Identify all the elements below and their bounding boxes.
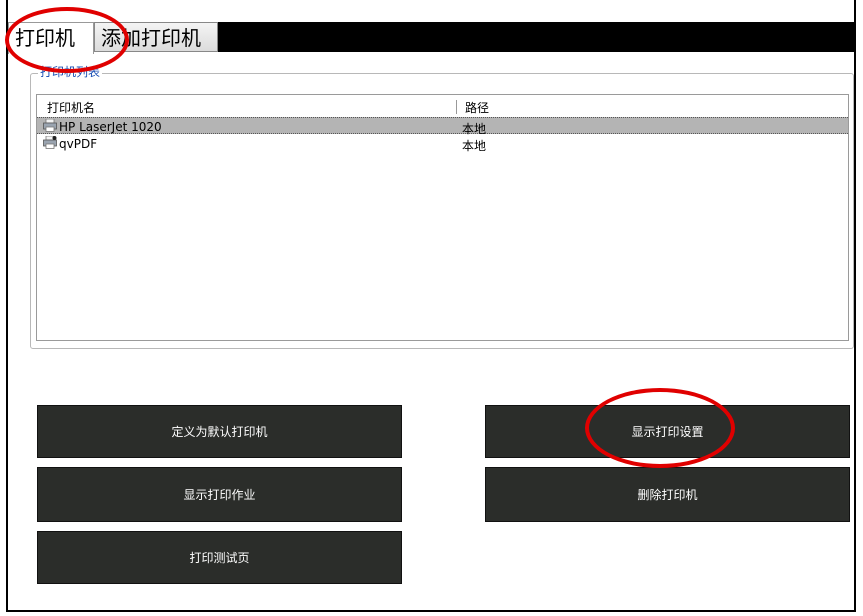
- printer-list-group-title: 打印机列表: [38, 63, 103, 80]
- show-print-settings-button[interactable]: 显示打印设置: [485, 405, 850, 458]
- printer-row-hp[interactable]: HP LaserJet 1020 本地: [37, 117, 848, 136]
- column-header-name[interactable]: 打印机名: [47, 99, 95, 116]
- printer-icon: [43, 119, 57, 132]
- printer-name: HP LaserJet 1020: [59, 120, 162, 134]
- column-header-path[interactable]: 路径: [465, 99, 489, 116]
- delete-printer-button[interactable]: 删除打印机: [485, 467, 850, 522]
- printer-path: 本地: [462, 139, 487, 153]
- printer-name: qvPDF: [59, 137, 98, 151]
- print-test-page-button[interactable]: 打印测试页: [37, 531, 402, 584]
- printer-list[interactable]: 打印机名 路径 HP LaserJet 1020 本地 qvPDF 本地: [36, 94, 849, 341]
- show-print-jobs-button[interactable]: 显示打印作业: [37, 467, 402, 522]
- list-header: 打印机名 路径: [37, 95, 848, 117]
- tab-printers[interactable]: 打印机: [8, 22, 94, 54]
- printer-row-qvpdf[interactable]: qvPDF 本地: [37, 135, 848, 153]
- pdf-printer-icon: [43, 136, 57, 149]
- set-default-printer-button[interactable]: 定义为默认打印机: [37, 405, 402, 458]
- tab-add-printer[interactable]: 添加打印机: [94, 22, 218, 52]
- column-separator[interactable]: [456, 100, 457, 114]
